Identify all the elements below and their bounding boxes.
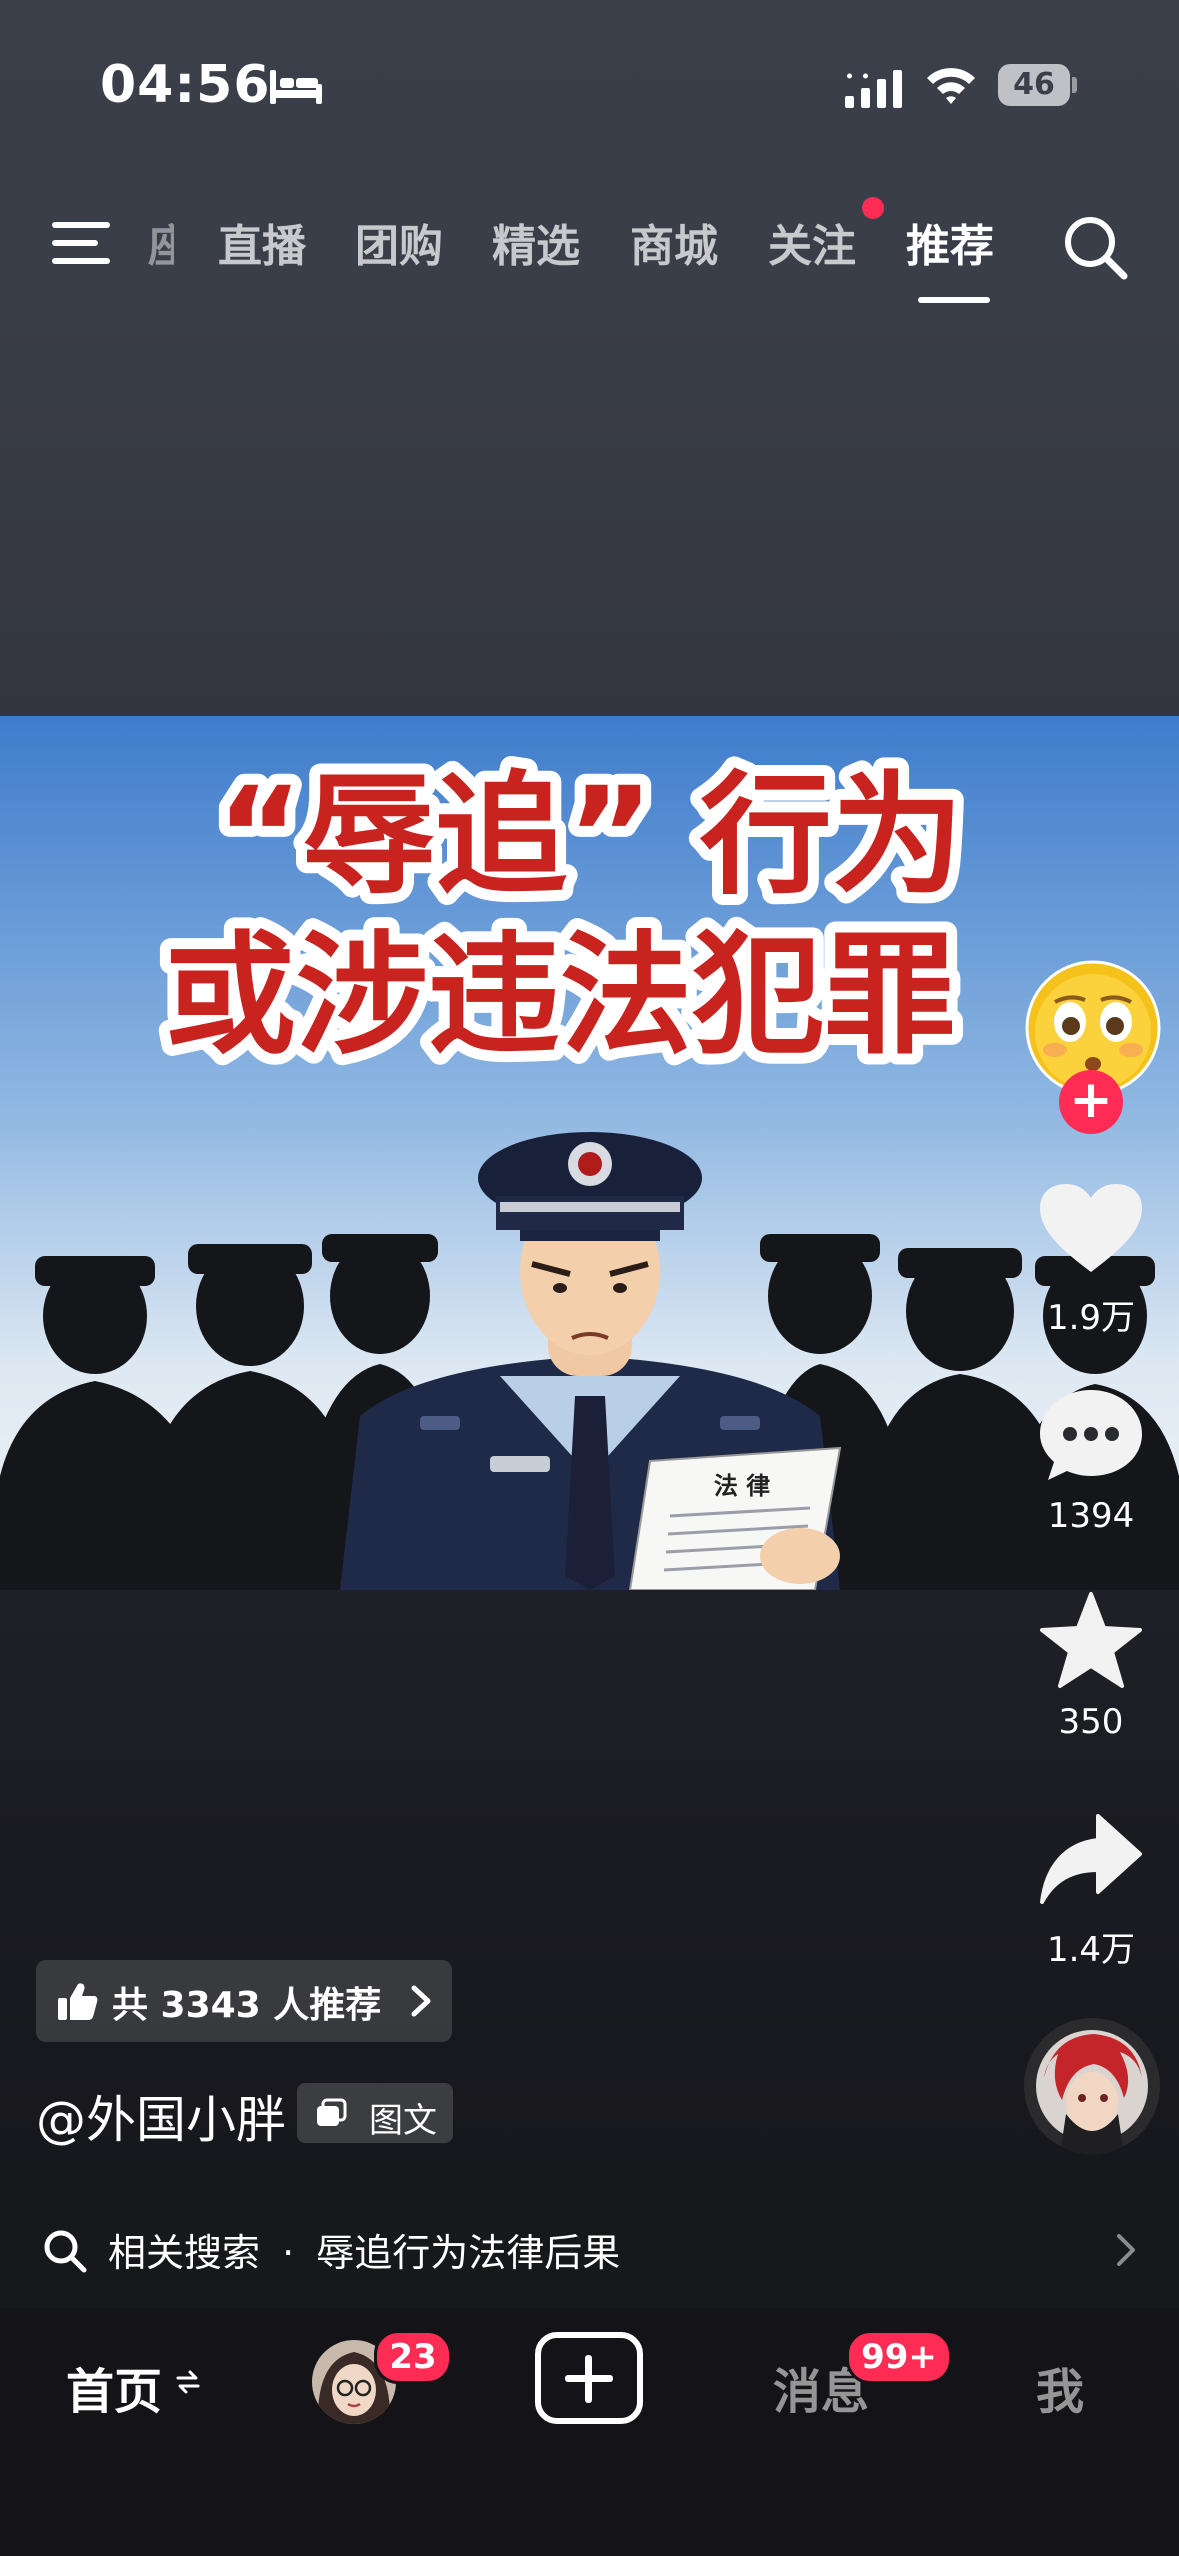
comment-count: 1394 xyxy=(1047,1496,1135,1536)
related-search-query: 辱追行为法律后果 xyxy=(316,2231,621,2275)
tab-following[interactable]: 关注 xyxy=(768,210,856,274)
music-disc[interactable] xyxy=(1024,2018,1160,2154)
battery-indicator: 46 xyxy=(998,64,1078,106)
comment-icon[interactable] xyxy=(1036,1384,1146,1484)
active-tab-indicator xyxy=(918,297,990,303)
tab-group-buy[interactable]: 团购 xyxy=(355,210,443,274)
chevron-right-icon xyxy=(411,1985,431,2017)
following-notification-dot xyxy=(862,197,884,219)
post-type-label: 图文 xyxy=(369,2101,437,2141)
star-icon[interactable] xyxy=(1036,1590,1146,1690)
friends-badge: 23 xyxy=(374,2330,452,2384)
related-search-bar[interactable]: 相关搜索 · 辱追行为法律后果 xyxy=(0,2188,1179,2308)
law-document: 法 律 xyxy=(628,1446,842,1590)
thumb-up-icon xyxy=(58,1983,98,2020)
recommend-pill[interactable]: 共 3343 人推荐 xyxy=(36,1960,452,2042)
tab-recommend[interactable]: 推荐 xyxy=(906,210,994,274)
messages-badge: 99+ xyxy=(846,2330,952,2384)
bed-icon xyxy=(270,70,322,104)
like-count: 1.9万 xyxy=(1046,1298,1136,1338)
swap-icon[interactable] xyxy=(176,2368,200,2396)
pages-icon xyxy=(317,2098,347,2126)
battery-level: 46 xyxy=(998,64,1070,106)
wifi-icon xyxy=(927,68,975,104)
document-title: 法 律 xyxy=(714,1471,770,1500)
related-search-prefix: 相关搜索 xyxy=(108,2231,261,2275)
related-search-separator: · xyxy=(282,2231,295,2275)
create-button[interactable] xyxy=(535,2332,643,2424)
post-headline-line1: “辱追” 行为 xyxy=(216,759,963,913)
post-type-badge: 图文 xyxy=(297,2083,453,2143)
share-count: 1.4万 xyxy=(1046,1930,1136,1970)
tab-featured[interactable]: 精选 xyxy=(492,210,580,274)
tab-mall[interactable]: 商城 xyxy=(630,210,718,274)
search-icon xyxy=(44,2230,87,2273)
share-icon[interactable] xyxy=(1036,1810,1146,1910)
tab-live[interactable]: 直播 xyxy=(218,210,306,274)
tab-partial[interactable]: 座 xyxy=(148,210,174,274)
status-time: 04:56 xyxy=(100,55,271,115)
favorite-count: 350 xyxy=(1058,1702,1124,1742)
menu-icon[interactable] xyxy=(52,218,114,268)
tab-me[interactable]: 我 xyxy=(1036,2352,1084,2422)
post-headline-line2: 或涉违法犯罪 xyxy=(164,919,956,1073)
author-name[interactable]: @外国小胖 xyxy=(36,2080,286,2152)
search-icon[interactable] xyxy=(1060,212,1130,282)
follow-button[interactable]: + xyxy=(1059,1070,1123,1134)
recommend-count-label: 共 3343 人推荐 xyxy=(112,1985,382,2026)
heart-icon[interactable] xyxy=(1036,1180,1146,1280)
chevron-right-icon xyxy=(1117,2234,1135,2266)
post-image[interactable]: 法 律 “辱追” 行为 “辱追” 行为 或涉违法犯罪 或涉违法犯罪 xyxy=(0,716,1179,1590)
related-search-text: 相关搜索 · 辱追行为法律后果 xyxy=(108,2222,620,2277)
tab-home[interactable]: 首页 xyxy=(66,2352,162,2422)
signal-icon xyxy=(845,70,902,108)
